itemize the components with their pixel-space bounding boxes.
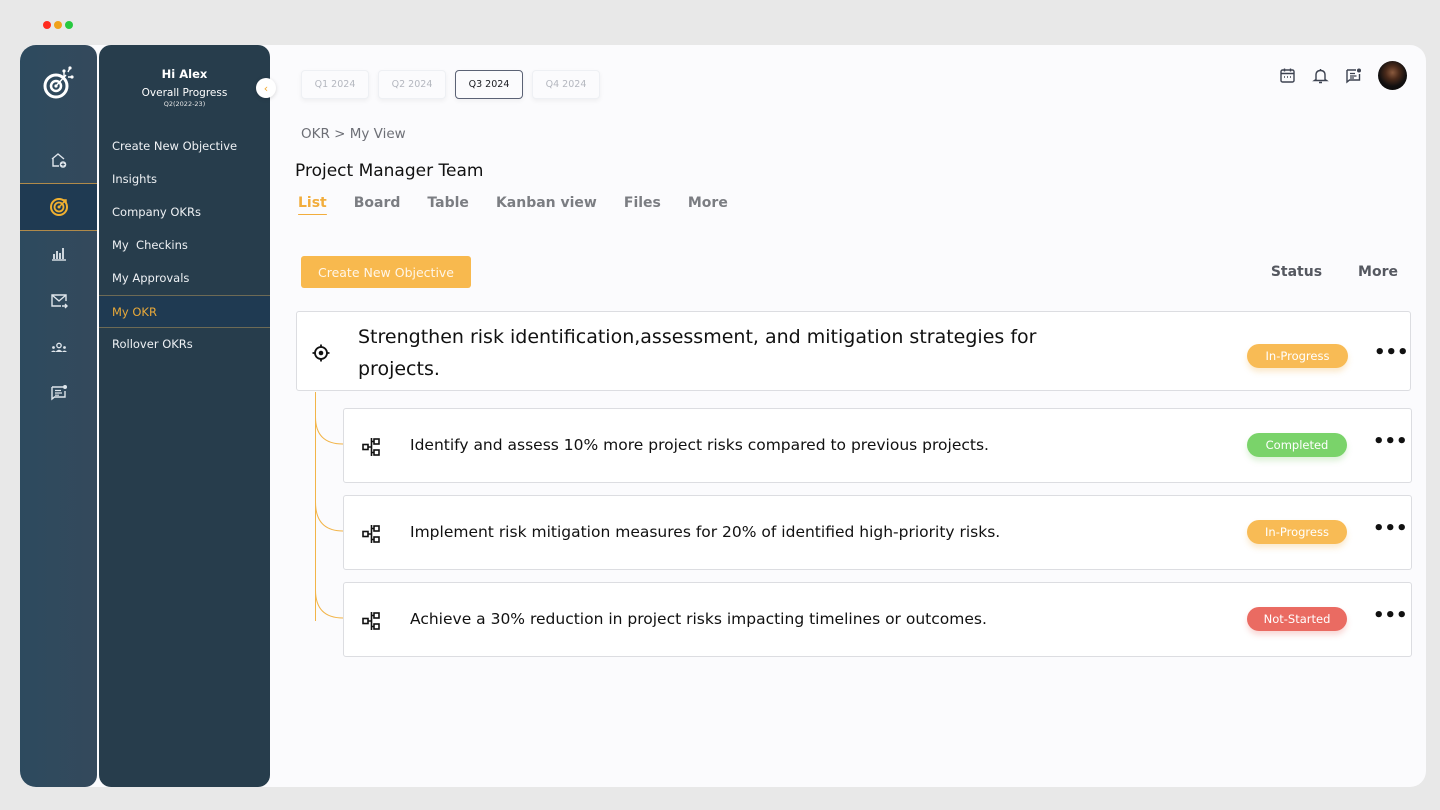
create-new-objective-button[interactable]: Create New Objective bbox=[301, 256, 471, 288]
sub-navigation: Hi Alex Overall Progress Q2(2022-23) Cre… bbox=[99, 45, 270, 787]
target-logo-icon[interactable] bbox=[39, 63, 79, 103]
subnav-item-company-okrs[interactable]: Company OKRs bbox=[99, 196, 270, 229]
hierarchy-icon bbox=[362, 438, 380, 456]
quarter-q2-2024[interactable]: Q2 2024 bbox=[378, 70, 446, 99]
subnav-item-create-objective[interactable]: Create New Objective bbox=[99, 130, 270, 163]
status-badge[interactable]: Completed bbox=[1247, 433, 1347, 457]
subnav-list: Create New Objective Insights Company OK… bbox=[99, 130, 270, 361]
subnav-item-my-okr[interactable]: My OKR bbox=[99, 295, 270, 328]
rail-item-mail[interactable] bbox=[20, 277, 97, 325]
crosshair-icon bbox=[312, 344, 330, 362]
key-result-card[interactable]: Achieve a 30% reduction in project risks… bbox=[343, 582, 1412, 657]
calendar-icon[interactable] bbox=[1279, 67, 1296, 84]
key-result-menu-button[interactable]: ••• bbox=[1373, 520, 1408, 538]
hierarchy-icon bbox=[362, 525, 380, 543]
user-avatar[interactable] bbox=[1378, 61, 1407, 90]
tab-more[interactable]: More bbox=[688, 195, 728, 215]
tree-branches bbox=[315, 416, 344, 619]
hierarchy-icon bbox=[362, 612, 380, 630]
icon-rail bbox=[20, 45, 97, 787]
key-result-title: Achieve a 30% reduction in project risks… bbox=[410, 610, 987, 628]
quarter-q4-2024[interactable]: Q4 2024 bbox=[532, 70, 600, 99]
rail-item-home[interactable] bbox=[20, 136, 97, 184]
status-filter-button[interactable]: Status bbox=[1271, 264, 1322, 280]
tab-list[interactable]: List bbox=[298, 195, 327, 215]
key-result-card[interactable]: Identify and assess 10% more project ris… bbox=[343, 408, 1412, 483]
minimize-window-button[interactable] bbox=[54, 21, 62, 29]
team-icon bbox=[50, 342, 67, 352]
key-result-card[interactable]: Implement risk mitigation measures for 2… bbox=[343, 495, 1412, 570]
status-badge[interactable]: In-Progress bbox=[1247, 344, 1348, 368]
page-title: Project Manager Team bbox=[295, 161, 484, 181]
quarter-q1-2024[interactable]: Q1 2024 bbox=[301, 70, 369, 99]
quarter-selector: Q1 2024 Q2 2024 Q3 2024 Q4 2024 bbox=[301, 70, 600, 99]
objective-card[interactable]: Strengthen risk identification,assessmen… bbox=[296, 311, 1411, 391]
bell-icon[interactable] bbox=[1312, 67, 1329, 84]
close-window-button[interactable] bbox=[43, 21, 51, 29]
home-add-icon bbox=[51, 153, 66, 168]
tab-board[interactable]: Board bbox=[354, 195, 401, 215]
status-badge[interactable]: Not-Started bbox=[1247, 607, 1347, 631]
target-icon bbox=[49, 198, 68, 216]
key-result-menu-button[interactable]: ••• bbox=[1373, 433, 1408, 451]
chevron-left-icon: ‹ bbox=[263, 81, 269, 95]
chat-note-icon[interactable] bbox=[1345, 67, 1362, 84]
view-tabs: List Board Table Kanban view Files More bbox=[298, 195, 755, 215]
quarter-q3-2024[interactable]: Q3 2024 bbox=[455, 70, 523, 99]
tab-table[interactable]: Table bbox=[427, 195, 469, 215]
rail-item-feedback[interactable] bbox=[20, 369, 97, 417]
subnav-item-rollover-okrs[interactable]: Rollover OKRs bbox=[99, 328, 270, 361]
tab-files[interactable]: Files bbox=[624, 195, 661, 215]
subnav-item-insights[interactable]: Insights bbox=[99, 163, 270, 196]
maximize-window-button[interactable] bbox=[65, 21, 73, 29]
user-summary: Hi Alex Overall Progress Q2(2022-23) bbox=[99, 45, 270, 108]
rail-item-team[interactable] bbox=[20, 324, 97, 372]
rail-item-analytics[interactable] bbox=[20, 230, 97, 278]
collapse-sidebar-button[interactable]: ‹ bbox=[256, 78, 276, 98]
more-options-button[interactable]: More bbox=[1358, 264, 1398, 280]
objective-menu-button[interactable]: ••• bbox=[1374, 344, 1409, 362]
list-actions: Status More bbox=[1271, 264, 1398, 280]
mail-forward-icon bbox=[50, 294, 68, 309]
tab-kanban-view[interactable]: Kanban view bbox=[496, 195, 597, 215]
key-result-title: Identify and assess 10% more project ris… bbox=[410, 436, 989, 454]
status-badge[interactable]: In-Progress bbox=[1247, 520, 1347, 544]
rail-item-okr[interactable] bbox=[20, 183, 97, 231]
objective-title: Strengthen risk identification,assessmen… bbox=[358, 326, 1037, 380]
breadcrumb[interactable]: OKR > My View bbox=[301, 126, 406, 142]
bar-chart-icon bbox=[51, 248, 66, 261]
window-controls bbox=[43, 21, 73, 29]
overall-progress-label[interactable]: Overall Progress bbox=[99, 87, 270, 99]
subnav-item-my-checkins[interactable]: My Checkins bbox=[99, 229, 270, 262]
main-content: Q1 2024 Q2 2024 Q3 2024 Q4 2024 OKR > My bbox=[270, 45, 1426, 787]
chat-note-icon bbox=[50, 385, 67, 401]
key-result-menu-button[interactable]: ••• bbox=[1373, 607, 1408, 625]
app-window: Hi Alex Overall Progress Q2(2022-23) Cre… bbox=[20, 45, 1426, 787]
progress-period: Q2(2022-23) bbox=[163, 100, 206, 108]
header-actions bbox=[1279, 61, 1407, 90]
key-result-title: Implement risk mitigation measures for 2… bbox=[410, 523, 1001, 541]
greeting: Hi Alex bbox=[161, 67, 208, 81]
subnav-item-my-approvals[interactable]: My Approvals bbox=[99, 262, 270, 295]
